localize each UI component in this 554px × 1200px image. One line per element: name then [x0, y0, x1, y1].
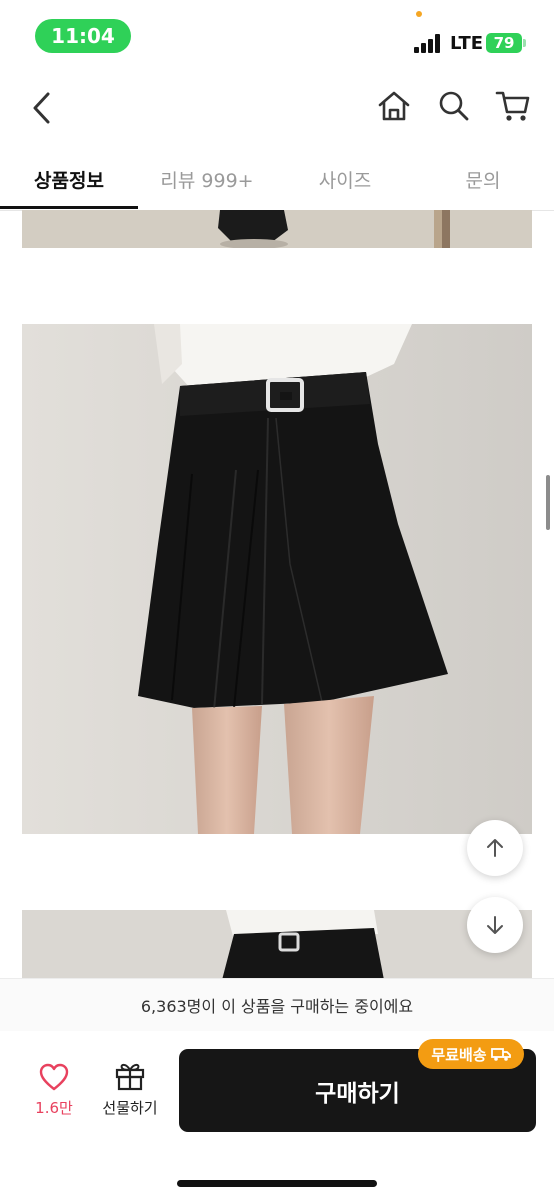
active-tab-indicator: [0, 206, 138, 209]
battery-tip: [523, 39, 526, 47]
gift-label: 선물하기: [102, 1099, 158, 1117]
purchase-info-banner: 6,363명이 이 상품을 구매하는 중이에요: [0, 978, 554, 1032]
clock: 11:04: [35, 19, 131, 53]
skirt-photo: [22, 324, 532, 834]
skirt-photo-partial: [22, 910, 532, 980]
cart-icon[interactable]: [494, 88, 532, 124]
chevron-left-icon[interactable]: [28, 90, 56, 126]
signal-icon: [414, 33, 444, 53]
product-image-2: [22, 324, 532, 834]
purchase-info-text: 6,363명이 이 상품을 구매하는 중이에요: [140, 997, 414, 1016]
home-indicator: [177, 1180, 377, 1187]
heart-icon: [39, 1063, 69, 1091]
gift-icon: [115, 1063, 145, 1091]
battery-level: 79: [493, 34, 515, 52]
tab-product-info[interactable]: 상품정보: [0, 148, 138, 210]
product-image-3: [22, 910, 532, 980]
camera-indicator: [416, 11, 422, 17]
arrow-up-icon: [487, 839, 503, 857]
like-count: 1.6만: [35, 1099, 73, 1117]
home-icon[interactable]: [376, 88, 412, 124]
status-bar: 11:04 LTE 79: [0, 0, 554, 70]
truck-icon: [490, 1048, 511, 1061]
free-shipping-badge: 무료배송: [418, 1039, 524, 1069]
network-type: LTE: [450, 33, 484, 54]
arrow-down-icon: [487, 916, 503, 934]
product-image-1: [22, 210, 532, 248]
tab-bar: 상품정보 리뷰 999+ 사이즈 문의: [0, 148, 554, 211]
like-button[interactable]: 1.6만: [24, 1063, 84, 1118]
battery-icon: 79: [486, 33, 522, 53]
tab-inquiry[interactable]: 문의: [414, 148, 552, 210]
search-icon[interactable]: [436, 88, 472, 124]
tab-size[interactable]: 사이즈: [276, 148, 414, 210]
tab-reviews[interactable]: 리뷰 999+: [138, 148, 276, 210]
scroll-bottom-button[interactable]: [467, 897, 523, 953]
top-nav: [0, 72, 554, 142]
scroll-top-button[interactable]: [467, 820, 523, 876]
product-photo-fragment: [22, 210, 532, 248]
gift-button[interactable]: 선물하기: [98, 1061, 162, 1118]
free-shipping-label: 무료배송: [431, 1045, 487, 1064]
scrollbar[interactable]: [546, 475, 550, 530]
